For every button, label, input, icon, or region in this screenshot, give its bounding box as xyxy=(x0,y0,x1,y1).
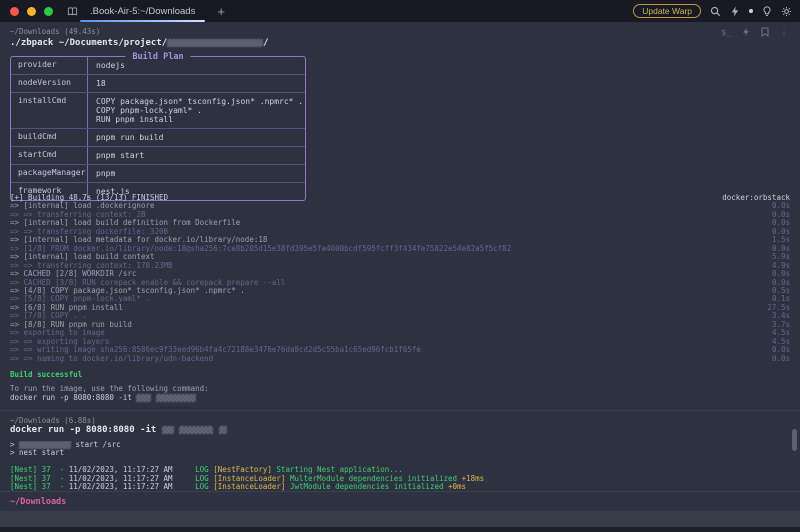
redacted-text xyxy=(179,426,213,434)
build-plan-table: Build Plan providernodejsnodeVersion18in… xyxy=(10,56,306,201)
block2-output: > start /src > nest start [Nest] 37 - 11… xyxy=(10,441,790,491)
build-plan-row: startCmdpnpm start xyxy=(11,147,305,165)
build-plan-key: packageManager xyxy=(11,165,87,182)
block1-actions: $_ ⋮ xyxy=(721,27,788,37)
build-plan-key: startCmd xyxy=(11,147,87,164)
traffic-lights xyxy=(10,7,53,16)
build-plan-row: installCmdCOPY package.json* tsconfig.js… xyxy=(11,93,305,129)
redacted-text xyxy=(156,394,196,402)
build-plan-value: nodejs xyxy=(87,57,305,74)
build-plan-value: pnpm start xyxy=(87,147,305,164)
redacted-text xyxy=(162,426,174,434)
close-window-button[interactable] xyxy=(10,7,19,16)
block-divider xyxy=(0,410,800,411)
redacted-text xyxy=(167,39,263,47)
log-line: => => naming to docker.io/library/udn-ba… xyxy=(10,355,790,363)
scrollbar-thumb[interactable] xyxy=(792,429,797,451)
titlebar: .Book-Air-5:~/Downloads + Update Warp xyxy=(0,0,800,22)
command-text: docker run -p 8080:8080 -it xyxy=(10,425,162,435)
redacted-text xyxy=(19,441,71,449)
build-plan-row: packageManagerpnpm xyxy=(11,165,305,183)
gear-icon[interactable] xyxy=(781,6,792,17)
zoom-window-button[interactable] xyxy=(44,7,53,16)
log-text: JwtModule dependencies initialized xyxy=(290,482,448,491)
npm-script-line: > start /src xyxy=(10,441,790,449)
log-text: [Nest] 37 - xyxy=(10,482,69,491)
build-plan-value: 18 xyxy=(87,75,305,92)
log-text: 11/02/2023, 11:17:27 AM xyxy=(69,482,173,491)
build-plan-key: provider xyxy=(11,57,87,74)
run-command-suggestion: docker run -p 8080:8080 -it xyxy=(10,394,790,402)
npm-script-line: > nest start xyxy=(10,449,790,457)
terminal-prompt-icon[interactable]: $_ xyxy=(721,28,731,37)
current-prompt-path: ~/Downloads xyxy=(10,497,790,507)
window-bottom-edge xyxy=(0,527,800,532)
minimize-window-button[interactable] xyxy=(27,7,36,16)
build-plan-value: pnpm run build xyxy=(87,129,305,146)
search-icon[interactable] xyxy=(710,6,721,17)
build-plan-key: buildCmd xyxy=(11,129,87,146)
output-text: start /src xyxy=(71,441,121,449)
build-plan-value: pnpm xyxy=(87,165,305,182)
redacted-text xyxy=(136,394,151,402)
log-line: => [8/8] RUN pnpm run build3.7s xyxy=(10,321,790,329)
command-text: docker run -p 8080:8080 -it xyxy=(10,393,136,402)
log-text: LOG xyxy=(195,482,213,491)
log-text xyxy=(173,482,196,491)
lightning-icon[interactable] xyxy=(742,27,750,37)
bookmark-icon[interactable] xyxy=(67,6,78,17)
nest-log: [Nest] 37 - 11/02/2023, 11:17:27 AM LOG … xyxy=(10,466,790,491)
tab-title: .Book-Air-5:~/Downloads xyxy=(90,6,195,17)
active-tab-underline xyxy=(80,20,205,22)
build-plan-row: nodeVersion18 xyxy=(11,75,305,93)
redacted-text xyxy=(219,426,227,434)
log-text: [InstanceLoader] xyxy=(213,482,290,491)
build-plan-title: Build Plan xyxy=(125,52,190,62)
update-warp-button[interactable]: Update Warp xyxy=(633,4,701,19)
build-successful-message: Build successful xyxy=(10,371,790,379)
command-text: ./zbpack ~/Documents/project/ xyxy=(10,38,167,48)
log-line: => exporting to image4.5s xyxy=(10,329,790,337)
new-tab-button[interactable]: + xyxy=(217,4,225,19)
lightning-icon[interactable] xyxy=(730,6,740,17)
kebab-menu-icon[interactable]: ⋮ xyxy=(780,28,788,37)
build-plan-key: nodeVersion xyxy=(11,75,87,92)
bookmark-icon[interactable] xyxy=(761,27,769,37)
build-plan-key: installCmd xyxy=(11,93,87,128)
log-line: => [5/8] COPY pnpm-lock.yaml* .0.1s xyxy=(10,295,790,303)
block2-command[interactable]: docker run -p 8080:8080 -it xyxy=(10,425,790,435)
build-plan-body: providernodejsnodeVersion18installCmdCOP… xyxy=(11,57,305,200)
command-input[interactable] xyxy=(0,511,800,527)
block1-command[interactable]: ./zbpack ~/Documents/project/ / xyxy=(10,38,790,48)
block1-context-label: ~/Downloads (49.43s) xyxy=(10,27,790,36)
block-divider xyxy=(0,491,800,492)
block2-context-label: ~/Downloads (6.88s) xyxy=(10,416,790,425)
nest-log-line: [Nest] 37 - 11/02/2023, 11:17:27 AM LOG … xyxy=(10,483,790,491)
build-plan-row: buildCmdpnpm run build xyxy=(11,129,305,147)
build-plan-value: COPY package.json* tsconfig.json* .npmrc… xyxy=(87,93,305,128)
notification-dot xyxy=(749,9,753,13)
command-text: / xyxy=(263,38,268,48)
docker-build-log: [+] Building 48.7s (13/13) FINISHEDdocke… xyxy=(10,194,790,363)
log-text: => => naming to docker.io/library/udn-ba… xyxy=(10,355,213,363)
tab-downloads[interactable]: .Book-Air-5:~/Downloads xyxy=(78,0,207,22)
titlebar-actions: Update Warp xyxy=(633,0,792,22)
warp-terminal-window: .Book-Air-5:~/Downloads + Update Warp xyxy=(0,0,800,532)
log-line: => [6/8] RUN pnpm install27.5s xyxy=(10,304,790,312)
log-text: +0ms xyxy=(448,482,466,491)
log-time: 0.0s xyxy=(772,355,790,363)
lightbulb-icon[interactable] xyxy=(762,6,772,17)
